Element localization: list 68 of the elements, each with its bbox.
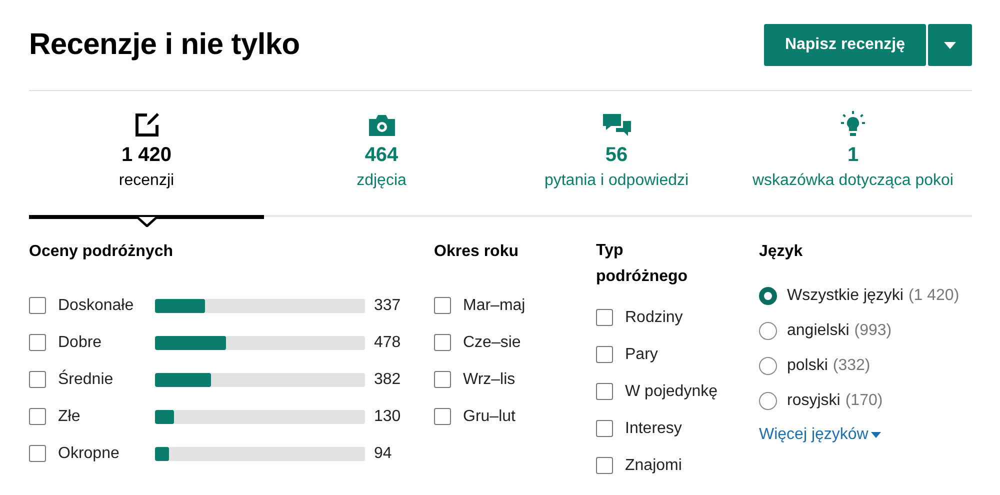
page-title: Recenzje i nie tylko	[29, 28, 300, 62]
checkbox[interactable]	[29, 408, 46, 425]
checkbox[interactable]	[29, 297, 46, 314]
tab-label: recenzji	[118, 172, 174, 190]
tab-count: 1	[847, 144, 859, 167]
filter-heading: Język	[759, 243, 804, 262]
checkbox-label: Dobre	[58, 334, 103, 352]
language-count: (332)	[832, 356, 870, 374]
checkbox-label: Interesy	[625, 420, 682, 438]
checkbox[interactable]	[596, 383, 613, 400]
tab[interactable]: 464 zdjęcia	[264, 91, 499, 215]
filter-heading: Oceny podróżnych	[29, 243, 174, 262]
rating-count: 382	[374, 370, 401, 388]
checkbox-label: Mar–maj	[463, 296, 526, 314]
rating-count: 130	[374, 408, 401, 426]
tab-count: 464	[364, 144, 398, 167]
checkbox-label: Pary	[625, 346, 658, 364]
checkbox-label: W pojedynkę	[625, 382, 718, 400]
checkbox[interactable]	[596, 457, 613, 474]
radio-button[interactable]	[759, 322, 777, 340]
filter-heading: Okres roku	[434, 243, 520, 262]
checkbox-label: Średnie	[58, 370, 114, 388]
checkbox[interactable]	[596, 420, 613, 437]
radio-label: rosyjski	[787, 392, 840, 410]
checkbox[interactable]	[596, 309, 613, 326]
filter-heading: Typ podróżnego	[596, 241, 689, 287]
checkbox[interactable]	[596, 346, 613, 363]
caret-icon	[944, 42, 956, 48]
checkbox-label: Okropne	[58, 444, 120, 462]
dropdown-button[interactable]	[928, 24, 972, 66]
checkbox-label: Wrz–lis	[463, 370, 516, 388]
checkbox[interactable]	[29, 371, 46, 388]
checkbox-label: Gru–lut	[463, 408, 516, 426]
radio-button[interactable]	[759, 392, 777, 410]
tab-label: zdjęcia	[356, 172, 406, 190]
tab[interactable]: 1 420 recenzji	[29, 91, 264, 227]
radio-label: Wszystkie języki	[787, 286, 904, 304]
checkbox-label: Znajomi	[625, 456, 682, 474]
checkbox[interactable]	[29, 445, 46, 462]
checkbox[interactable]	[434, 371, 451, 388]
checkbox[interactable]	[434, 408, 451, 425]
tab[interactable]: 1 wskazówka dotycząca pokoi	[734, 91, 972, 215]
tab-label: pytania i odpowiedzi	[544, 172, 689, 190]
checkbox-label: Rodziny	[625, 308, 683, 326]
radio-button[interactable]	[759, 356, 777, 374]
rating-count: 337	[374, 296, 401, 314]
radio-button[interactable]	[759, 286, 777, 304]
checkbox[interactable]	[29, 334, 46, 351]
checkbox-label: Doskonałe	[58, 296, 135, 314]
checkbox[interactable]	[434, 297, 451, 314]
checkbox[interactable]	[434, 334, 451, 351]
lightbulb-icon	[838, 111, 868, 139]
write-review-button[interactable]: Napisz recenzję	[764, 24, 926, 66]
rating-count: 94	[374, 444, 392, 462]
tab-count: 56	[605, 144, 628, 167]
radio-label: angielski	[787, 322, 850, 340]
tab-label: wskazówka dotycząca pokoi	[752, 172, 954, 190]
caret-icon	[871, 432, 882, 438]
language-count: (1 420)	[908, 286, 960, 304]
tab-count: 1 420	[121, 144, 172, 167]
radio-label: polski	[787, 356, 828, 374]
language-count: (993)	[854, 322, 892, 340]
checkbox-label: Złe	[58, 408, 82, 426]
rating-count: 478	[374, 334, 401, 352]
more-languages-link[interactable]: Więcej języków	[759, 426, 882, 444]
language-count: (170)	[845, 392, 883, 410]
tab[interactable]: 56 pytania i odpowiedzi	[499, 91, 734, 215]
checkbox-label: Cze–sie	[463, 334, 521, 352]
